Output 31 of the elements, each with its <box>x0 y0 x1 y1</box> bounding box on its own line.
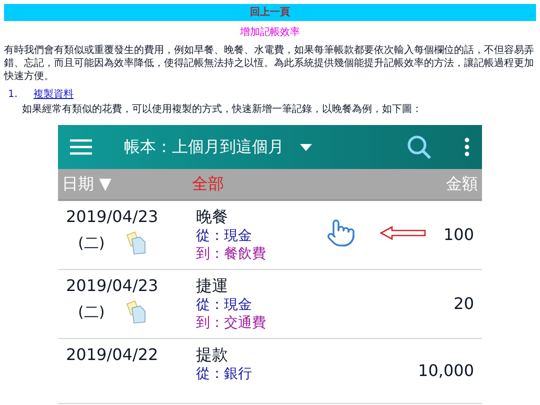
date-text: 2019/04/22 <box>66 345 160 365</box>
from-account: 從：現金 <box>196 296 253 314</box>
ledger-title[interactable]: 帳本：上個月到這個月 <box>124 135 284 159</box>
documents-icon <box>124 300 147 324</box>
weekday-text: (二) <box>78 232 105 254</box>
section-link[interactable]: 複製資料 <box>34 87 74 102</box>
page-title: 增加記帳效率 <box>240 26 300 40</box>
to-category: 到：餐飲費 <box>196 245 267 263</box>
to-category: 到：交通費 <box>196 314 267 332</box>
amount-header: 金額 <box>446 173 478 195</box>
amount-text: 10,000 <box>418 360 474 382</box>
section-text: 如果經常有類似的花費，可以使用複製的方式，快速新增一筆記錄，以晚餐為例，如下圖： <box>21 102 423 117</box>
date-text: 2019/04/23 <box>66 207 160 227</box>
item-name: 提款 <box>196 345 229 365</box>
from-account: 從：銀行 <box>196 365 253 383</box>
amount-text: 100 <box>443 224 474 246</box>
item-name: 捷運 <box>196 276 229 296</box>
dropdown-caret-icon[interactable] <box>300 144 312 150</box>
item-name: 晚餐 <box>196 207 229 227</box>
documents-icon <box>124 231 147 255</box>
weekday-text: (二) <box>78 302 105 323</box>
intro-paragraph: 有時我們會有類似或重覆發生的費用，例如早餐、晚餐、水電費，如果每筆帳款都要依次輸入每個欄位的話，不但容易弄錯、忘記，而且可能因為效率降低，使得記帳無法持之以恆。為此系統提供幾個能提升記帳效率的方法，讓記帳過程更加快速方便。 <box>2 44 535 83</box>
more-options-icon[interactable] <box>464 137 470 157</box>
menu-icon[interactable] <box>70 139 92 155</box>
arrow-icon <box>380 226 426 240</box>
date-text: 2019/04/23 <box>66 276 160 296</box>
search-icon[interactable] <box>406 134 432 160</box>
from-account: 從：現金 <box>196 227 253 245</box>
amount-text: 20 <box>454 293 474 315</box>
back-button[interactable]: 回上一頁 <box>4 4 536 21</box>
list-number: 1. <box>8 88 18 102</box>
